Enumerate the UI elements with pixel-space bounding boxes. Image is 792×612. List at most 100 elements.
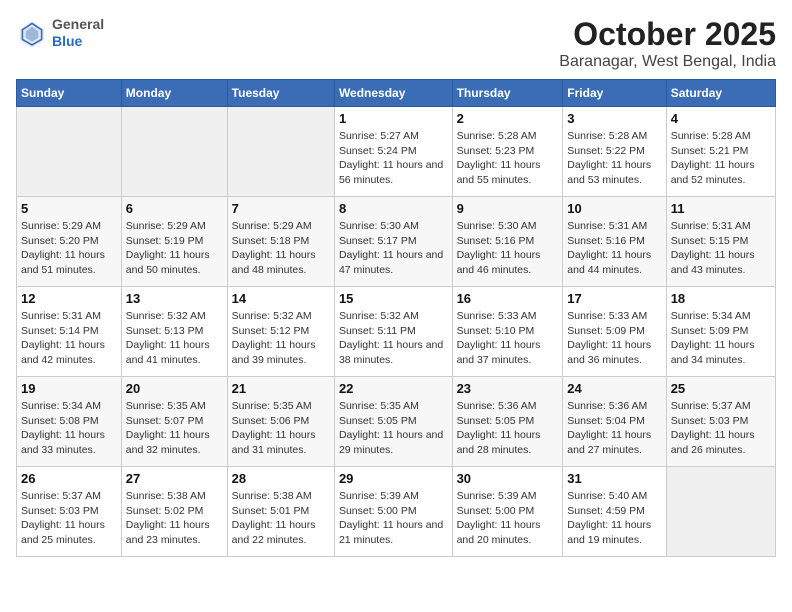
day-info: Sunrise: 5:37 AM Sunset: 5:03 PM Dayligh… xyxy=(671,399,771,458)
day-number: 3 xyxy=(567,111,661,126)
header-friday: Friday xyxy=(563,80,666,107)
calendar-cell: 13 Sunrise: 5:32 AM Sunset: 5:13 PM Dayli… xyxy=(121,287,227,377)
calendar-cell: 11 Sunrise: 5:31 AM Sunset: 5:15 PM Dayli… xyxy=(666,197,775,287)
day-info: Sunrise: 5:39 AM Sunset: 5:00 PM Dayligh… xyxy=(457,489,559,548)
day-number: 23 xyxy=(457,381,559,396)
day-number: 4 xyxy=(671,111,771,126)
header-monday: Monday xyxy=(121,80,227,107)
calendar-cell: 16Sunrise: 5:33 AM Sunset: 5:10 PM Dayli… xyxy=(452,287,563,377)
day-info: Sunrise: 5:30 AM Sunset: 5:17 PM Dayligh… xyxy=(339,219,448,278)
calendar-cell: 12Sunrise: 5:31 AM Sunset: 5:14 PM Dayli… xyxy=(17,287,122,377)
week-row-3: 12Sunrise: 5:31 AM Sunset: 5:14 PM Dayli… xyxy=(17,287,776,377)
calendar-cell: 20 Sunrise: 5:35 AM Sunset: 5:07 PM Dayli… xyxy=(121,377,227,467)
calendar-table: SundayMondayTuesdayWednesdayThursdayFrid… xyxy=(16,79,776,557)
calendar-cell: 21Sunrise: 5:35 AM Sunset: 5:06 PM Dayli… xyxy=(227,377,334,467)
day-number: 10 xyxy=(567,201,661,216)
day-info: Sunrise: 5:31 AM Sunset: 5:15 PM Dayligh… xyxy=(671,219,771,278)
day-number: 19 xyxy=(21,381,117,396)
week-row-4: 19 Sunrise: 5:34 AM Sunset: 5:08 PM Dayli… xyxy=(17,377,776,467)
day-info: Sunrise: 5:31 AM Sunset: 5:16 PM Dayligh… xyxy=(567,219,661,278)
day-number: 11 xyxy=(671,201,771,216)
calendar-title: October 2025 xyxy=(559,16,776,53)
header-wednesday: Wednesday xyxy=(334,80,452,107)
day-info: Sunrise: 5:36 AM Sunset: 5:04 PM Dayligh… xyxy=(567,399,661,458)
day-number: 18 xyxy=(671,291,771,306)
day-number: 30 xyxy=(457,471,559,486)
day-number: 5 xyxy=(21,201,117,216)
logo: General Blue xyxy=(16,16,104,50)
calendar-cell: 30 Sunrise: 5:39 AM Sunset: 5:00 PM Dayli… xyxy=(452,467,563,557)
calendar-cell xyxy=(17,107,122,197)
day-info: Sunrise: 5:29 AM Sunset: 5:18 PM Dayligh… xyxy=(232,219,330,278)
calendar-cell: 17 Sunrise: 5:33 AM Sunset: 5:09 PM Dayli… xyxy=(563,287,666,377)
logo-text: General Blue xyxy=(52,16,104,50)
header-saturday: Saturday xyxy=(666,80,775,107)
day-number: 29 xyxy=(339,471,448,486)
day-info: Sunrise: 5:29 AM Sunset: 5:20 PM Dayligh… xyxy=(21,219,117,278)
calendar-cell: 7 Sunrise: 5:29 AM Sunset: 5:18 PM Daylig… xyxy=(227,197,334,287)
day-number: 2 xyxy=(457,111,559,126)
calendar-cell: 15 Sunrise: 5:32 AM Sunset: 5:11 PM Dayli… xyxy=(334,287,452,377)
day-info: Sunrise: 5:32 AM Sunset: 5:11 PM Dayligh… xyxy=(339,309,448,368)
day-number: 25 xyxy=(671,381,771,396)
day-info: Sunrise: 5:34 AM Sunset: 5:08 PM Dayligh… xyxy=(21,399,117,458)
day-number: 1 xyxy=(339,111,448,126)
day-info: Sunrise: 5:28 AM Sunset: 5:22 PM Dayligh… xyxy=(567,129,661,188)
day-info: Sunrise: 5:33 AM Sunset: 5:09 PM Dayligh… xyxy=(567,309,661,368)
day-number: 8 xyxy=(339,201,448,216)
day-number: 13 xyxy=(126,291,223,306)
calendar-cell: 19 Sunrise: 5:34 AM Sunset: 5:08 PM Dayli… xyxy=(17,377,122,467)
header-sunday: Sunday xyxy=(17,80,122,107)
day-number: 27 xyxy=(126,471,223,486)
calendar-cell xyxy=(121,107,227,197)
day-number: 20 xyxy=(126,381,223,396)
day-info: Sunrise: 5:38 AM Sunset: 5:02 PM Dayligh… xyxy=(126,489,223,548)
calendar-cell: 8 Sunrise: 5:30 AM Sunset: 5:17 PM Daylig… xyxy=(334,197,452,287)
calendar-cell: 3 Sunrise: 5:28 AM Sunset: 5:22 PM Daylig… xyxy=(563,107,666,197)
day-info: Sunrise: 5:35 AM Sunset: 5:05 PM Dayligh… xyxy=(339,399,448,458)
day-info: Sunrise: 5:36 AM Sunset: 5:05 PM Dayligh… xyxy=(457,399,559,458)
calendar-cell: 24 Sunrise: 5:36 AM Sunset: 5:04 PM Dayli… xyxy=(563,377,666,467)
day-number: 6 xyxy=(126,201,223,216)
calendar-cell: 18Sunrise: 5:34 AM Sunset: 5:09 PM Dayli… xyxy=(666,287,775,377)
day-info: Sunrise: 5:31 AM Sunset: 5:14 PM Dayligh… xyxy=(21,309,117,368)
day-info: Sunrise: 5:35 AM Sunset: 5:07 PM Dayligh… xyxy=(126,399,223,458)
calendar-cell: 1 Sunrise: 5:27 AM Sunset: 5:24 PM Daylig… xyxy=(334,107,452,197)
calendar-subtitle: Baranagar, West Bengal, India xyxy=(559,53,776,71)
day-number: 7 xyxy=(232,201,330,216)
day-info: Sunrise: 5:33 AM Sunset: 5:10 PM Dayligh… xyxy=(457,309,559,368)
logo-general: General xyxy=(52,16,104,33)
calendar-cell xyxy=(666,467,775,557)
calendar-cell: 4Sunrise: 5:28 AM Sunset: 5:21 PM Daylig… xyxy=(666,107,775,197)
day-info: Sunrise: 5:27 AM Sunset: 5:24 PM Dayligh… xyxy=(339,129,448,188)
header-tuesday: Tuesday xyxy=(227,80,334,107)
days-of-week-row: SundayMondayTuesdayWednesdayThursdayFrid… xyxy=(17,80,776,107)
day-info: Sunrise: 5:28 AM Sunset: 5:23 PM Dayligh… xyxy=(457,129,559,188)
calendar-cell: 22Sunrise: 5:35 AM Sunset: 5:05 PM Dayli… xyxy=(334,377,452,467)
week-row-1: 1 Sunrise: 5:27 AM Sunset: 5:24 PM Daylig… xyxy=(17,107,776,197)
day-number: 24 xyxy=(567,381,661,396)
calendar-cell: 9 Sunrise: 5:30 AM Sunset: 5:16 PM Daylig… xyxy=(452,197,563,287)
title-block: October 2025 Baranagar, West Bengal, Ind… xyxy=(559,16,776,71)
day-info: Sunrise: 5:30 AM Sunset: 5:16 PM Dayligh… xyxy=(457,219,559,278)
day-number: 9 xyxy=(457,201,559,216)
day-number: 28 xyxy=(232,471,330,486)
day-number: 15 xyxy=(339,291,448,306)
calendar-cell: 23 Sunrise: 5:36 AM Sunset: 5:05 PM Dayli… xyxy=(452,377,563,467)
day-number: 31 xyxy=(567,471,661,486)
logo-icon xyxy=(16,17,48,49)
header-thursday: Thursday xyxy=(452,80,563,107)
calendar-cell: 28Sunrise: 5:38 AM Sunset: 5:01 PM Dayli… xyxy=(227,467,334,557)
day-info: Sunrise: 5:37 AM Sunset: 5:03 PM Dayligh… xyxy=(21,489,117,548)
logo-blue: Blue xyxy=(52,33,104,50)
calendar-cell: 6Sunrise: 5:29 AM Sunset: 5:19 PM Daylig… xyxy=(121,197,227,287)
day-number: 26 xyxy=(21,471,117,486)
calendar-cell: 27 Sunrise: 5:38 AM Sunset: 5:02 PM Dayli… xyxy=(121,467,227,557)
day-number: 14 xyxy=(232,291,330,306)
page-header: General Blue October 2025 Baranagar, Wes… xyxy=(16,16,776,71)
day-info: Sunrise: 5:32 AM Sunset: 5:13 PM Dayligh… xyxy=(126,309,223,368)
calendar-cell: 5 Sunrise: 5:29 AM Sunset: 5:20 PM Daylig… xyxy=(17,197,122,287)
week-row-5: 26 Sunrise: 5:37 AM Sunset: 5:03 PM Dayli… xyxy=(17,467,776,557)
calendar-cell: 31Sunrise: 5:40 AM Sunset: 4:59 PM Dayli… xyxy=(563,467,666,557)
day-number: 17 xyxy=(567,291,661,306)
